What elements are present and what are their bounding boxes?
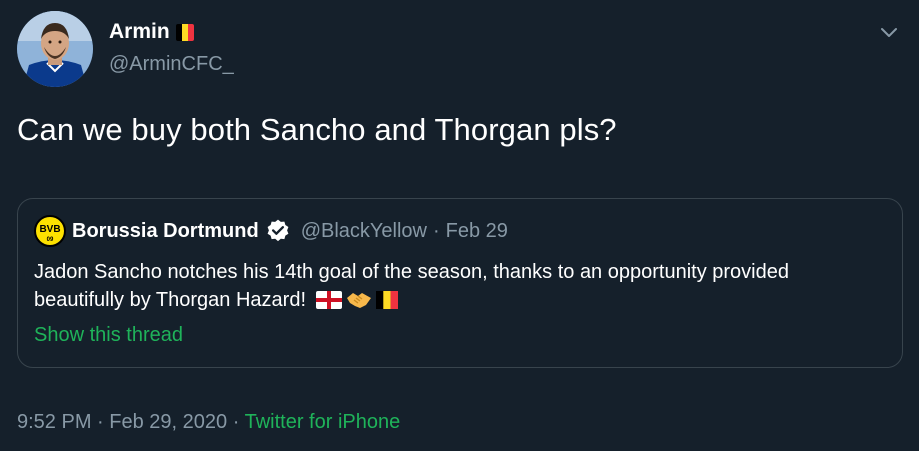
quoted-display-name[interactable]: Borussia Dortmund	[72, 220, 259, 243]
footer-separator: ·	[97, 411, 104, 433]
quoted-date[interactable]: Feb 29	[446, 220, 508, 243]
show-thread-link[interactable]: Show this thread	[34, 324, 183, 347]
quoted-tweet[interactable]: BVB 09 Borussia Dortmund @BlackYellow · …	[17, 198, 903, 368]
tweet-footer: 9:52 PM · Feb 29, 2020 · Twitter for iPh…	[17, 411, 400, 434]
quoted-tweet-header: BVB 09 Borussia Dortmund @BlackYellow · …	[34, 215, 508, 247]
belgium-flag-icon	[175, 23, 194, 41]
quoted-emoji-row	[315, 290, 398, 310]
bvb-logo-number: 09	[47, 237, 54, 243]
tweet-detail: Armin @ArminCFC_ Can we buy both Sancho …	[0, 0, 919, 451]
meta-separator: ·	[432, 219, 440, 242]
tweet-time[interactable]: 9:52 PM	[17, 411, 91, 433]
quoted-tweet-text: Jadon Sancho notches his 14th goal of th…	[34, 261, 789, 311]
avatar[interactable]	[17, 11, 93, 87]
handshake-icon	[346, 293, 371, 308]
belgium-flag-icon	[375, 291, 398, 309]
tweet-text: Can we buy both Sancho and Thorgan pls?	[17, 112, 617, 147]
author-handle[interactable]: @ArminCFC_	[109, 53, 234, 76]
footer-separator: ·	[232, 411, 240, 433]
quoted-handle[interactable]: @BlackYellow	[301, 220, 427, 243]
author-display-name[interactable]: Armin	[109, 20, 170, 44]
bvb-logo-icon: BVB 09	[34, 215, 66, 247]
quoted-tweet-text-block: Jadon Sancho notches his 14th goal of th…	[34, 258, 884, 314]
chevron-down-icon[interactable]	[877, 20, 901, 44]
verified-badge-icon	[267, 219, 289, 242]
tweet-source-link[interactable]: Twitter for iPhone	[245, 411, 401, 433]
author-name-row: Armin	[109, 20, 194, 44]
tweet-date[interactable]: Feb 29, 2020	[109, 411, 227, 433]
england-flag-icon	[315, 291, 342, 309]
bvb-logo-text: BVB	[39, 224, 60, 235]
